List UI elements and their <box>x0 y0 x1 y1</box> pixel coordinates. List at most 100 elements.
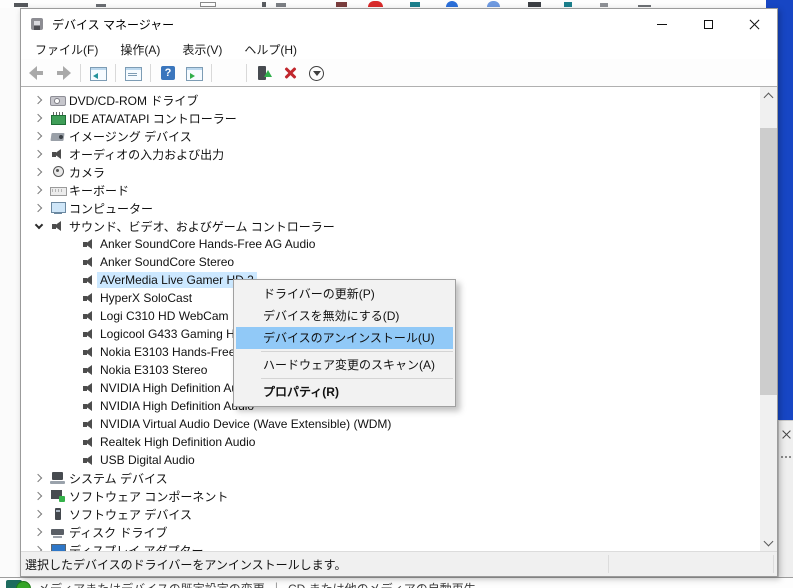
background-icon <box>446 1 458 7</box>
tree-item[interactable]: カメラ <box>21 163 760 181</box>
audio-device-icon <box>81 417 97 431</box>
chevron-down-icon[interactable] <box>31 224 47 228</box>
close-button[interactable] <box>731 9 777 39</box>
update-driver-icon <box>256 65 272 81</box>
menubar-item[interactable]: 表示(V) <box>171 39 233 60</box>
tree-item[interactable]: NVIDIA Virtual Audio Device (Wave Extens… <box>21 415 760 433</box>
autoplay-divider: | <box>265 578 288 588</box>
tree-item[interactable]: IDE ATA/ATAPI コントローラー <box>21 109 760 127</box>
background-icon <box>276 3 286 7</box>
close-icon <box>749 19 759 29</box>
disk-drive-icon <box>50 525 66 539</box>
maximize-button[interactable] <box>685 9 731 39</box>
tree-item[interactable]: オーディオの入力および出力 <box>21 145 760 163</box>
tree-item[interactable]: ディスク ドライブ <box>21 523 760 541</box>
chevron-right-icon[interactable] <box>31 151 47 157</box>
minimize-button[interactable] <box>639 9 685 39</box>
tree-item[interactable]: ディスプレイ アダプター <box>21 541 760 551</box>
tree-item[interactable]: システム デバイス <box>21 469 760 487</box>
properties-icon <box>125 65 141 81</box>
display-adapter-icon <box>50 543 66 551</box>
tree-item[interactable]: DVD/CD-ROM ドライブ <box>21 91 760 109</box>
scrollbar-thumb[interactable] <box>760 128 777 395</box>
chevron-right-icon[interactable] <box>31 187 47 193</box>
disable-device-icon <box>308 65 324 81</box>
minimize-icon <box>657 24 667 25</box>
disable-device-button[interactable] <box>305 62 327 84</box>
system-device-icon <box>50 471 66 485</box>
screen: メディアまたはデバイスの既定設定の変更 | CD または他のメディアの自動再生 … <box>0 0 793 588</box>
tree-item[interactable]: USB Digital Audio <box>21 451 760 469</box>
show-console-tree-icon <box>90 65 106 81</box>
tree-item-label: ディスプレイ アダプター <box>66 541 207 552</box>
update-driver-button[interactable] <box>253 62 275 84</box>
background-icon <box>200 2 216 7</box>
status-bar: 選択したデバイスのドライバーをアンインストールします。 <box>21 551 777 576</box>
software-component-icon <box>50 489 66 503</box>
chevron-right-icon[interactable] <box>31 529 47 535</box>
tree-item-label: イメージング デバイス <box>66 127 195 146</box>
scan-hardware-changes-button[interactable] <box>218 62 240 84</box>
background-ellipsis-icon <box>781 456 791 458</box>
context-menu-item[interactable]: ドライバーの更新(P) <box>236 283 453 305</box>
dvd-drive-icon <box>50 93 66 107</box>
tree-item[interactable]: イメージング デバイス <box>21 127 760 145</box>
tree-item-label: Anker SoundCore Hands-Free AG Audio <box>97 236 318 252</box>
uninstall-device-icon <box>282 65 298 81</box>
chevron-right-icon[interactable] <box>31 169 47 175</box>
audio-device-icon <box>81 399 97 413</box>
audio-device-icon <box>81 291 97 305</box>
properties-button[interactable] <box>122 62 144 84</box>
back-icon <box>29 65 45 81</box>
show-console-tree-button[interactable] <box>87 62 109 84</box>
menu-separator <box>261 378 453 379</box>
chevron-right-icon[interactable] <box>31 511 47 517</box>
tree-item[interactable]: コンピューター <box>21 199 760 217</box>
tree-item-label: サウンド、ビデオ、およびゲーム コントローラー <box>66 217 338 236</box>
uninstall-device-button[interactable] <box>279 62 301 84</box>
tree-item-label: USB Digital Audio <box>97 452 198 468</box>
menubar-item[interactable]: ヘルプ(H) <box>233 39 308 60</box>
tree-item-label: Nokia E3103 Stereo <box>97 362 210 378</box>
audio-device-icon <box>81 237 97 251</box>
chevron-right-icon[interactable] <box>31 115 47 121</box>
background-icon <box>368 1 383 7</box>
audio-device-icon <box>81 453 97 467</box>
chevron-right-icon[interactable] <box>31 133 47 139</box>
background-autoplay-window[interactable]: メディアまたはデバイスの既定設定の変更 | CD または他のメディアの自動再生 <box>0 577 793 588</box>
tree-item[interactable]: ソフトウェア コンポーネント <box>21 487 760 505</box>
scroll-up-button[interactable] <box>760 87 777 104</box>
tree-item[interactable]: Realtek High Definition Audio <box>21 433 760 451</box>
audio-device-icon <box>81 345 97 359</box>
scroll-down-button[interactable] <box>760 534 777 551</box>
toolbar-separator <box>246 64 247 82</box>
vertical-scrollbar[interactable] <box>760 87 777 551</box>
forward-button[interactable] <box>52 62 74 84</box>
back-button[interactable] <box>26 62 48 84</box>
help-button[interactable] <box>157 62 179 84</box>
chevron-right-icon[interactable] <box>31 97 47 103</box>
context-menu-item[interactable]: プロパティ(R) <box>236 381 453 403</box>
chevron-right-icon[interactable] <box>31 493 47 499</box>
tree-item[interactable]: キーボード <box>21 181 760 199</box>
background-window-edge[interactable] <box>778 420 793 577</box>
help-icon <box>160 65 176 81</box>
action-pane-button[interactable] <box>183 62 205 84</box>
context-menu-item[interactable]: ハードウェア変更のスキャン(A) <box>236 354 453 376</box>
tree-item[interactable]: Anker SoundCore Hands-Free AG Audio <box>21 235 760 253</box>
context-menu-item[interactable]: デバイスのアンインストール(U) <box>236 327 453 349</box>
chevron-right-icon[interactable] <box>31 205 47 211</box>
scan-hardware-icon <box>221 65 237 81</box>
menubar-item[interactable]: 操作(A) <box>109 39 171 60</box>
imaging-device-icon <box>50 129 66 143</box>
tree-item[interactable]: サウンド、ビデオ、およびゲーム コントローラー <box>21 217 760 235</box>
menubar-item[interactable]: ファイル(F) <box>24 39 109 60</box>
context-menu-item[interactable]: デバイスを無効にする(D) <box>236 305 453 327</box>
chevron-right-icon[interactable] <box>31 475 47 481</box>
background-icon <box>410 2 420 7</box>
action-pane-icon <box>186 65 202 81</box>
tree-item[interactable]: ソフトウェア デバイス <box>21 505 760 523</box>
forward-icon <box>55 65 71 81</box>
tree-item[interactable]: Anker SoundCore Stereo <box>21 253 760 271</box>
background-icon <box>564 2 572 7</box>
